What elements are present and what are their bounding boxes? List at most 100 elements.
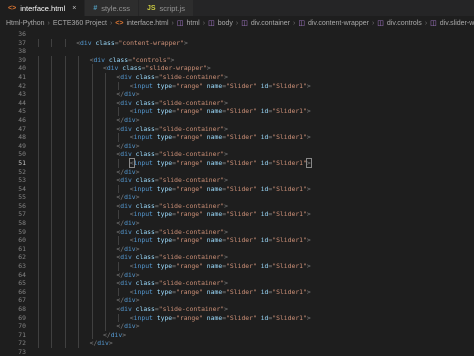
indent-guide <box>51 262 53 271</box>
indent-guide <box>105 219 106 228</box>
code-text: </div> <box>36 141 140 151</box>
text-cursor: ​ <box>310 158 312 167</box>
code-text: <div class="slide-container"> <box>36 253 228 263</box>
line-number: 44 <box>18 98 26 107</box>
chevron-right-icon: › <box>171 19 174 27</box>
line-number: 50 <box>18 150 26 159</box>
element-icon: ◫ <box>176 20 184 27</box>
indent-guide <box>91 322 93 331</box>
indent-guide <box>118 236 120 245</box>
code-line[interactable]: 70 </div> <box>0 322 474 331</box>
code-line[interactable]: 50 <div class="slide-container"> <box>0 150 474 159</box>
line-number: 62 <box>18 253 26 262</box>
code-line[interactable]: 57 <input type="range" name="Slider" id="… <box>0 210 474 220</box>
code-line[interactable]: 43 </div> <box>0 90 474 99</box>
css-file-icon: # <box>93 4 98 12</box>
code-editor[interactable]: 36 37 <div class="content-wrapper"> 38 39 <di… <box>0 30 474 356</box>
indent-guide <box>78 184 80 194</box>
code-line[interactable]: 49 </div> <box>0 141 474 151</box>
indent-guide <box>105 201 106 211</box>
indent-guide <box>78 55 80 65</box>
code-line[interactable]: 72 </div> <box>0 339 474 348</box>
line-number: 51 <box>18 158 26 167</box>
indent-guide <box>38 201 39 211</box>
indent-guide <box>105 98 106 108</box>
line-number: 72 <box>18 339 26 348</box>
indent-guide <box>105 236 106 245</box>
code-line[interactable]: 62 <div class="slide-container"> <box>0 253 474 263</box>
indent-guide <box>105 270 106 280</box>
code-line[interactable]: 48 <input type="range" name="Slider" id="… <box>0 133 474 142</box>
code-line[interactable]: 47 <div class="slide-container"> <box>0 124 474 134</box>
code-line[interactable]: 56 <div class="slide-container"> <box>0 201 474 211</box>
code-line[interactable]: 52 </div> <box>0 167 474 177</box>
code-line[interactable]: 38 <box>0 47 474 56</box>
indent-guide <box>91 124 93 134</box>
code-line[interactable]: 39 <div class="controls"> <box>0 55 474 65</box>
code-line[interactable]: 42 <input type="range" name="Slider" id="… <box>0 81 474 91</box>
tab-script-js[interactable]: JS script.js <box>138 0 194 16</box>
code-line[interactable]: 51 <input type="range" name="Slider" id="… <box>0 157 474 168</box>
tab-style-css[interactable]: # style.css <box>85 0 139 16</box>
tab-interface-html[interactable]: <> interface.html × <box>0 0 86 16</box>
indent-guide <box>51 90 53 99</box>
indent-guide <box>64 279 66 288</box>
code-line[interactable]: 69 <input type="range" name="Slider" id="… <box>0 313 474 323</box>
code-line[interactable]: 36 <box>0 30 474 39</box>
code-line[interactable]: 54 <input type="range" name="Slider" id="… <box>0 184 474 194</box>
code-line[interactable]: 64 </div> <box>0 270 474 280</box>
breadcrumb-item[interactable]: html <box>186 20 199 27</box>
breadcrumb-item[interactable]: interface.html <box>126 20 168 27</box>
indent-guide <box>64 313 66 323</box>
code-line[interactable]: 65 <div class="slide-container"> <box>0 279 474 288</box>
code-line[interactable]: 44 <div class="slide-container"> <box>0 98 474 108</box>
indent-guide <box>64 55 66 65</box>
indent-guide <box>51 227 53 237</box>
code-text: </div> <box>36 115 140 125</box>
indent-guide <box>91 313 93 323</box>
code-text: </div> <box>36 90 140 99</box>
line-number: 37 <box>18 38 26 47</box>
breadcrumb-item[interactable]: Html-Python <box>6 20 45 27</box>
close-icon[interactable]: × <box>72 5 76 12</box>
indent-guide <box>64 227 66 237</box>
indent-guide <box>64 107 66 116</box>
breadcrumb-item[interactable]: div.slider-wrapper <box>440 20 474 27</box>
code-line[interactable]: 37 <div class="content-wrapper"> <box>0 38 474 48</box>
code-line[interactable]: 67 </div> <box>0 296 474 305</box>
indent-guide <box>64 270 66 280</box>
breadcrumb-item[interactable]: ECTE360 Project <box>53 20 107 27</box>
code-line[interactable]: 55 </div> <box>0 193 474 202</box>
code-line[interactable]: 45 <input type="range" name="Slider" id="… <box>0 107 474 116</box>
code-line[interactable]: 73 <box>0 348 474 356</box>
code-line[interactable]: 71 </div> <box>0 330 474 340</box>
code-text: <input type="range" name="Slider" id="Sl… <box>36 313 311 323</box>
code-line[interactable]: 58 </div> <box>0 219 474 228</box>
line-number: 70 <box>18 322 26 331</box>
indent-guide <box>51 210 53 220</box>
code-line[interactable]: 68 <div class="slide-container"> <box>0 305 474 314</box>
indent-guide <box>38 141 39 151</box>
code-line[interactable]: 46 </div> <box>0 115 474 125</box>
code-line[interactable]: 66 <input type="range" name="Slider" id="… <box>0 287 474 297</box>
indent-guide <box>51 184 53 194</box>
element-icon: ◫ <box>430 20 437 27</box>
line-number: 52 <box>18 167 26 176</box>
code-line[interactable]: 53 <div class="slide-container"> <box>0 176 474 185</box>
indent-guide <box>64 193 66 202</box>
breadcrumb-item[interactable]: div.controls <box>387 20 422 27</box>
code-line[interactable]: 59 <div class="slide-container"> <box>0 227 474 237</box>
code-line[interactable]: 60 <input type="range" name="Slider" id="… <box>0 236 474 245</box>
code-text: <input type="range" name="Slider" id="Sl… <box>36 236 311 245</box>
indent-guide <box>64 150 66 159</box>
indent-guide <box>91 262 93 271</box>
indent-guide <box>78 270 80 280</box>
breadcrumb-item[interactable]: div.container <box>251 20 290 27</box>
code-line[interactable]: 63 <input type="range" name="Slider" id="… <box>0 262 474 271</box>
breadcrumb-item[interactable]: body <box>218 20 233 27</box>
code-line[interactable]: 41 <div class="slide-container"> <box>0 72 474 82</box>
indent-guide <box>78 133 80 142</box>
code-line[interactable]: 40 <div class="slider-wrapper"> <box>0 64 474 73</box>
code-line[interactable]: 61 </div> <box>0 244 474 254</box>
breadcrumb-item[interactable]: div.content-wrapper <box>308 20 369 27</box>
